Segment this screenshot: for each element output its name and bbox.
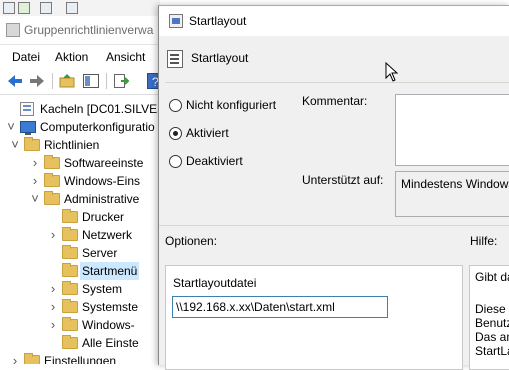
folder-icon <box>62 335 78 349</box>
chevron-right-icon[interactable]: › <box>48 280 58 298</box>
supported-on-label: Unterstützt auf: <box>302 173 384 187</box>
comment-label: Kommentar: <box>302 94 368 108</box>
folder-icon <box>62 299 78 313</box>
help-label: Hilfe: <box>470 234 498 248</box>
taskbar-strip <box>0 0 160 16</box>
tree-node-label: Softwareeinste <box>64 156 144 170</box>
folder-icon <box>62 263 78 277</box>
divider <box>165 82 509 83</box>
folder-icon <box>44 155 60 169</box>
help-icon[interactable] <box>40 2 52 14</box>
tree-node-label: Kacheln [DC01.SILVESTER <box>40 102 160 116</box>
supported-on-value: Mindestens Windows <box>401 177 509 191</box>
tree-node-label: Computerkonfiguratio <box>40 120 155 134</box>
folder-icon <box>24 353 40 364</box>
refresh-icon[interactable] <box>18 2 30 14</box>
tree-node-label: System <box>82 282 123 296</box>
tree-node-label: Administrative <box>64 192 140 206</box>
toolbar-divider <box>106 73 107 89</box>
toolbar-divider <box>52 73 53 89</box>
tree-node-label: Windows- <box>82 318 135 332</box>
toolbar: ? <box>0 68 163 95</box>
folder-icon <box>62 281 78 295</box>
policy-tree: Kacheln [DC01.SILVESTER ˅ Computerkonfigur… <box>0 96 160 364</box>
chevron-down-icon[interactable]: ˅ <box>10 136 20 154</box>
policy-icon <box>20 102 34 116</box>
chevron-right-icon[interactable]: › <box>48 226 58 244</box>
background-title-bar: Gruppenrichtlinienverwa <box>0 16 160 45</box>
help-panel: Gibt da Diese EBenutzDas anStartLa <box>469 265 509 370</box>
menu-aktion[interactable]: Aktion <box>55 50 88 64</box>
folder-icon <box>44 191 60 205</box>
setting-header: Startlayout <box>191 51 249 65</box>
chevron-right-icon[interactable]: › <box>10 352 20 364</box>
radio-disabled-circle[interactable] <box>169 155 182 168</box>
computer-icon <box>20 121 36 135</box>
options-panel: Startlayoutdatei \\192.168.x.xx\Daten\st… <box>165 265 463 370</box>
comment-textarea[interactable] <box>395 94 509 166</box>
tree-node-label: Drucker <box>82 210 125 224</box>
tree-node-label: Windows-Eins <box>64 174 141 188</box>
grid-icon[interactable] <box>66 2 78 14</box>
dialog-title-bar[interactable]: Startlayout <box>159 6 509 36</box>
radio-enabled-label[interactable]: Aktiviert <box>186 126 229 140</box>
folder-icon <box>62 227 78 241</box>
options-label: Optionen: <box>165 234 218 248</box>
dialog-title: Startlayout <box>189 14 247 28</box>
folder-icon <box>24 137 40 151</box>
help-text-line: Das an <box>475 330 509 344</box>
tree-node-label: Richtlinien <box>44 138 100 152</box>
chevron-down-icon[interactable]: ˅ <box>30 190 40 208</box>
chevron-right-icon[interactable]: › <box>30 172 40 190</box>
tree-node-label: Einstellungen <box>44 354 117 364</box>
chevron-right-icon[interactable]: › <box>30 154 40 172</box>
radio-disabled-label[interactable]: Deaktiviert <box>186 154 243 168</box>
help-text-line: Gibt da <box>475 270 509 284</box>
folder-icon <box>62 317 78 331</box>
back-arrow-icon[interactable] <box>6 72 24 90</box>
tree-node-label: Startmenü <box>80 262 140 280</box>
background-window-title: Gruppenrichtlinienverwa <box>24 23 154 37</box>
up-folder-icon[interactable] <box>58 72 76 90</box>
chevron-right-icon[interactable]: › <box>48 298 58 316</box>
folder-icon <box>44 173 60 187</box>
help-text-line: StartLa <box>475 344 509 358</box>
menu-datei[interactable]: Datei <box>12 50 40 64</box>
policy-setting-icon <box>169 14 183 28</box>
radio-not-configured-circle[interactable] <box>169 99 182 112</box>
mouse-cursor-icon <box>385 62 399 82</box>
startlayout-file-input[interactable]: \\192.168.x.xx\Daten\start.xml <box>172 296 388 318</box>
tree-node-label: Alle Einste <box>82 336 139 350</box>
tree-node-label: Netzwerk <box>82 228 133 242</box>
divider <box>159 225 509 226</box>
gpo-app-icon <box>6 23 20 37</box>
tree-node-label: Server <box>82 246 118 260</box>
forward-arrow-icon[interactable] <box>28 72 46 90</box>
menu-bar: Datei Aktion Ansicht <box>0 46 160 66</box>
radio-not-configured-label[interactable]: Nicht konfiguriert <box>186 98 276 112</box>
folder-icon <box>62 209 78 223</box>
tree-node-label: Systemste <box>82 300 139 314</box>
startlayout-file-label: Startlayoutdatei <box>173 276 257 290</box>
menu-ansicht[interactable]: Ansicht <box>106 50 145 64</box>
supported-on-field: Mindestens Windows <box>395 171 509 217</box>
startlayout-dialog: Startlayout Startlayout Nicht konfigurie… <box>158 5 509 370</box>
folder-icon <box>62 245 78 259</box>
export-list-icon[interactable] <box>112 72 130 90</box>
radio-enabled-circle[interactable] <box>169 127 182 140</box>
chevron-right-icon[interactable]: › <box>48 316 58 334</box>
help-text-line: Diese E <box>475 302 509 316</box>
setting-document-icon <box>167 50 183 68</box>
show-tree-icon[interactable] <box>82 72 100 90</box>
help-text-line: Benutz <box>475 316 509 330</box>
chevron-down-icon[interactable]: ˅ <box>6 118 16 136</box>
quick-icon[interactable] <box>3 2 15 14</box>
